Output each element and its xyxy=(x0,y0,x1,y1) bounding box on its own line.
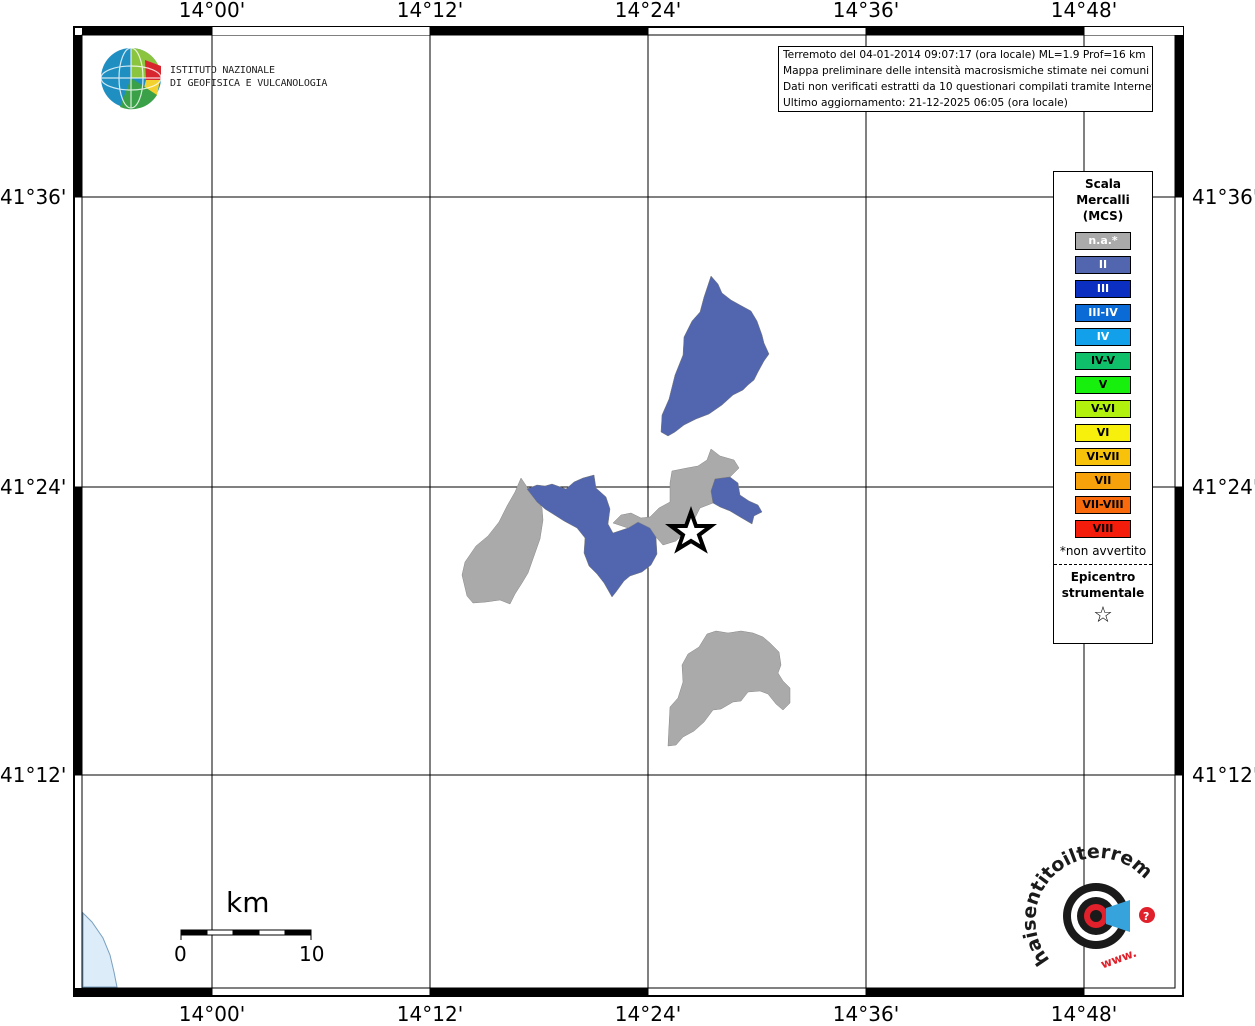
lon-label-bottom: 14°00' xyxy=(178,1002,246,1026)
legend-swatch: VI xyxy=(1075,424,1131,442)
legend-swatches: n.a.* II III III-IV IV IV-V V V-VI VI VI-VII VII VI… xyxy=(1054,232,1152,538)
legend-epicenter-line: Epicentro xyxy=(1070,570,1136,584)
lat-label-left: 41°24' xyxy=(0,475,67,499)
legend-swatch: VIII xyxy=(1075,520,1131,538)
legend-title-line: (MCS) xyxy=(1082,209,1124,223)
ingv-logo-text: ISTITUTO NAZIONALE DI GEOFISICA E VULCAN… xyxy=(170,64,327,90)
lon-label-top: 14°48' xyxy=(1050,0,1118,22)
legend-title-line: Mercalli xyxy=(1076,193,1130,207)
event-info-line: Dati non verificati estratti da 10 quest… xyxy=(783,81,1152,93)
map-area xyxy=(81,34,1176,989)
legend-swatch: V xyxy=(1075,376,1131,394)
mcs-legend: Scala Mercalli (MCS) n.a.* II III III-IV IV I… xyxy=(1053,171,1153,644)
legend-swatch: III-IV xyxy=(1075,304,1131,322)
lon-label-bottom: 14°36' xyxy=(832,1002,900,1026)
lat-label-right: 41°24' xyxy=(1192,475,1255,499)
legend-swatch: VI-VII xyxy=(1075,448,1131,466)
legend-swatch: IV xyxy=(1075,328,1131,346)
legend-swatch: VII-VIII xyxy=(1075,496,1131,514)
lon-label-top: 14°00' xyxy=(178,0,246,22)
legend-swatch: II xyxy=(1075,256,1131,274)
legend-swatch: V-VI xyxy=(1075,400,1131,418)
ingv-line-2: DI GEOFISICA E VULCANOLOGIA xyxy=(170,78,328,89)
event-info-line: Terremoto del 04-01-2014 09:07:17 (ora l… xyxy=(783,49,1146,61)
lon-label-bottom: 14°12' xyxy=(396,1002,464,1026)
legend-swatch: n.a.* xyxy=(1075,232,1131,250)
lon-label-bottom: 14°48' xyxy=(1050,1002,1118,1026)
legend-swatch: VII xyxy=(1075,472,1131,490)
event-info-box: Terremoto del 04-01-2014 09:07:17 (ora l… xyxy=(778,46,1153,112)
lat-label-right: 41°12' xyxy=(1192,763,1255,787)
event-info-line: Mappa preliminare delle intensità macros… xyxy=(783,65,1150,77)
scale-bar-end: 10 xyxy=(299,942,325,966)
lon-label-top: 14°24' xyxy=(614,0,682,22)
legend-swatch: III xyxy=(1075,280,1131,298)
legend-divider xyxy=(1054,564,1152,565)
lon-label-top: 14°36' xyxy=(832,0,900,22)
legend-title: Scala Mercalli (MCS) xyxy=(1054,176,1152,224)
legend-star-icon: ☆ xyxy=(1093,603,1113,628)
scale-bar-unit: km xyxy=(226,886,270,919)
legend-epicenter-label: Epicentro strumentale xyxy=(1054,569,1152,601)
svg-text:?: ? xyxy=(1143,910,1149,923)
lat-label-right: 41°36' xyxy=(1192,185,1255,209)
scale-bar-start: 0 xyxy=(174,942,187,966)
lat-label-left: 41°36' xyxy=(0,185,67,209)
legend-note: *non avvertito xyxy=(1059,544,1147,558)
lon-label-bottom: 14°24' xyxy=(614,1002,682,1026)
ingv-line-1: ISTITUTO NAZIONALE xyxy=(170,65,275,76)
legend-swatch: IV-V xyxy=(1075,352,1131,370)
lon-label-top: 14°12' xyxy=(396,0,464,22)
lat-label-left: 41°12' xyxy=(0,763,67,787)
legend-title-line: Scala xyxy=(1084,177,1122,191)
event-info-line: Ultimo aggiornamento: 21-12-2025 06:05 (… xyxy=(783,97,1068,109)
legend-epicenter-line: strumentale xyxy=(1061,586,1145,600)
